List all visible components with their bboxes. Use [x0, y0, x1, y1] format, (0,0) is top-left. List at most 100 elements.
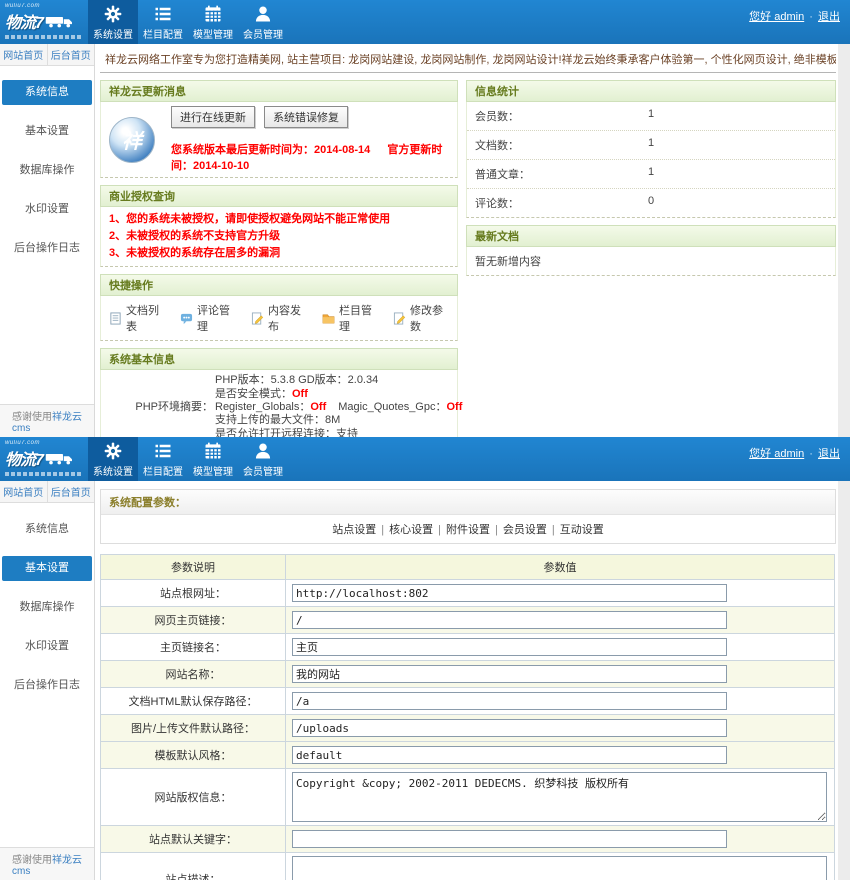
copyright-textarea[interactable]: Copyright &copy; 2002-2011 DEDECMS. 织梦科技… — [292, 772, 827, 822]
table-row: 主页链接名： — [101, 634, 835, 661]
template-style-input[interactable] — [292, 746, 727, 764]
calendar-icon — [203, 4, 223, 24]
config-tabs: 站点设置|核心设置|附件设置|会员设置|互动设置 — [101, 515, 835, 543]
column-header-param-name: 参数说明 — [101, 555, 286, 580]
license-warning-3: 3、未被授权的系统存在居多的漏洞 — [109, 245, 449, 262]
logout-link[interactable]: 退出 — [818, 11, 840, 23]
screen-system-info: wuliu7.com 物流7 系统设置 — [0, 0, 850, 437]
default-keywords-input[interactable] — [292, 830, 727, 848]
tab-attachment-settings[interactable]: 附件设置 — [446, 524, 490, 536]
error-fix-button[interactable]: 系统错误修复 — [264, 106, 348, 128]
quick-content-publish[interactable]: 内容发布 — [251, 302, 307, 334]
stats-panel-title: 信息统计 — [466, 80, 836, 102]
sidebar-item-basic-settings[interactable]: 基本设置 — [2, 556, 92, 581]
upload-path-input[interactable] — [292, 719, 727, 737]
doc-list-icon — [109, 312, 122, 325]
nav-item-column-config[interactable]: 栏目配置 — [138, 0, 188, 44]
sidebar-item-database-ops[interactable]: 数据库操作 — [2, 595, 92, 620]
sidebar-tab-site-home[interactable]: 网站首页 — [0, 481, 48, 502]
sidebar-item-database-ops[interactable]: 数据库操作 — [2, 158, 92, 183]
stat-row-documents: 文档数：1 — [467, 131, 835, 160]
cms-logo: 祥 — [109, 117, 155, 163]
sidebar-footer-text: 感谢使用 — [12, 412, 52, 423]
site-logo[interactable]: wuliu7.com 物流7 — [0, 0, 88, 44]
logo-domain-text: wuliu7.com — [5, 440, 88, 446]
nav-item-member-manage[interactable]: 会员管理 — [238, 437, 288, 481]
sidebar-item-basic-settings[interactable]: 基本设置 — [2, 119, 92, 144]
sidebar-item-admin-log[interactable]: 后台操作日志 — [2, 236, 92, 261]
pencil-icon — [393, 312, 406, 325]
site-name-input[interactable] — [292, 665, 727, 683]
sidebar-tab-site-home[interactable]: 网站首页 — [0, 44, 48, 65]
license-warning-2: 2、未被授权的系统不支持官方升级 — [109, 228, 449, 245]
table-row: 网页主页链接： — [101, 607, 835, 634]
list-icon — [153, 441, 173, 461]
safe-mode-value: Off — [292, 388, 308, 400]
quick-actions-title: 快捷操作 — [100, 274, 458, 296]
remote-conn-line: 是否允许打开远程连接：支持 — [213, 428, 358, 437]
html-save-path-input[interactable] — [292, 692, 727, 710]
nav-item-model-manage[interactable]: 模型管理 — [188, 437, 238, 481]
greeting-link[interactable]: 您好 admin — [749, 11, 804, 23]
site-root-url-input[interactable] — [292, 584, 727, 602]
nav-label: 栏目配置 — [143, 463, 183, 478]
nav-item-column-config[interactable]: 栏目配置 — [138, 437, 188, 481]
nav-item-model-manage[interactable]: 模型管理 — [188, 0, 238, 44]
quick-actions-panel: 快捷操作 文档列表 评论管理 — [100, 274, 458, 341]
user-links-separator: · — [809, 448, 813, 460]
nav-item-member-manage[interactable]: 会员管理 — [238, 0, 288, 44]
stat-row-articles: 普通文章：1 — [467, 160, 835, 189]
nav-item-system-settings[interactable]: 系统设置 — [88, 0, 138, 44]
sidebar-item-system-info[interactable]: 系统信息 — [2, 80, 92, 105]
quick-modify-params[interactable]: 修改参数 — [393, 302, 449, 334]
license-panel-title: 商业授权查询 — [100, 185, 458, 207]
tab-member-settings[interactable]: 会员设置 — [503, 524, 547, 536]
table-row: 网站版权信息： Copyright &copy; 2002-2011 DEDEC… — [101, 769, 835, 826]
sidebar-tab-admin-home[interactable]: 后台首页 — [48, 44, 95, 65]
person-icon — [253, 4, 273, 24]
register-globals-label: Register_Globals： — [215, 401, 310, 413]
online-update-button[interactable]: 进行在线更新 — [171, 106, 255, 128]
sidebar-item-watermark[interactable]: 水印设置 — [2, 197, 92, 222]
top-bar: wuliu7.com 物流7 系统设置 — [0, 437, 850, 481]
nav-label: 模型管理 — [193, 463, 233, 478]
sidebar-item-admin-log[interactable]: 后台操作日志 — [2, 673, 92, 698]
site-description-textarea[interactable] — [292, 856, 827, 880]
table-row: 站点根网址： — [101, 580, 835, 607]
stat-row-members: 会员数：1 — [467, 102, 835, 131]
quick-column-manage[interactable]: 栏目管理 — [322, 302, 378, 334]
main-content-system-info: 祥龙云网络工作室专为您打造精美网, 站主营项目: 龙岗网站建设, 龙岗网站制作,… — [95, 44, 838, 437]
sidebar-tab-admin-home[interactable]: 后台首页 — [48, 481, 95, 502]
settings-table: 参数说明 参数值 站点根网址： 网页主页链接： 主页链接名： — [100, 554, 835, 880]
sidebar-item-watermark[interactable]: 水印设置 — [2, 634, 92, 659]
homepage-link-name-input[interactable] — [292, 638, 727, 656]
quick-doc-list[interactable]: 文档列表 — [109, 302, 165, 334]
table-row: 站点默认关键字： — [101, 826, 835, 853]
site-logo[interactable]: wuliu7.com 物流7 — [0, 437, 88, 481]
system-basic-info-title: 系统基本信息 — [100, 348, 458, 370]
admin-page: wuliu7.com 物流7 系统设置 — [0, 0, 850, 880]
announcement-text: 祥龙云网络工作室专为您打造精美网, 站主营项目: 龙岗网站建设, 龙岗网站制作,… — [100, 44, 836, 73]
sidebar-footer-text: 感谢使用 — [12, 855, 52, 866]
license-warning-1: 1、您的系统未被授权，请即使授权避免网站不能正常使用 — [109, 211, 449, 228]
homepage-link-input[interactable] — [292, 611, 727, 629]
page-title: 系统配置参数： — [101, 490, 835, 515]
main-nav: 系统设置 栏目配置 模型管理 — [88, 437, 288, 481]
latest-docs-empty: 暂无新增内容 — [466, 247, 836, 276]
logout-link[interactable]: 退出 — [818, 448, 840, 460]
nav-label: 系统设置 — [93, 26, 133, 41]
latest-docs-title: 最新文档 — [466, 225, 836, 247]
tab-core-settings[interactable]: 核心设置 — [389, 524, 433, 536]
greeting-link[interactable]: 您好 admin — [749, 448, 804, 460]
logo-tagline — [5, 472, 81, 476]
pencil-icon — [251, 312, 264, 325]
tab-site-settings[interactable]: 站点设置 — [332, 524, 376, 536]
top-bar: wuliu7.com 物流7 系统设置 — [0, 0, 850, 44]
sidebar-item-system-info[interactable]: 系统信息 — [2, 517, 92, 542]
nav-item-system-settings[interactable]: 系统设置 — [88, 437, 138, 481]
person-icon — [253, 441, 273, 461]
tab-interaction-settings[interactable]: 互动设置 — [560, 524, 604, 536]
folder-icon — [322, 312, 335, 325]
quick-comment-manage[interactable]: 评论管理 — [180, 302, 236, 334]
magic-quotes-value: Off — [446, 401, 462, 413]
